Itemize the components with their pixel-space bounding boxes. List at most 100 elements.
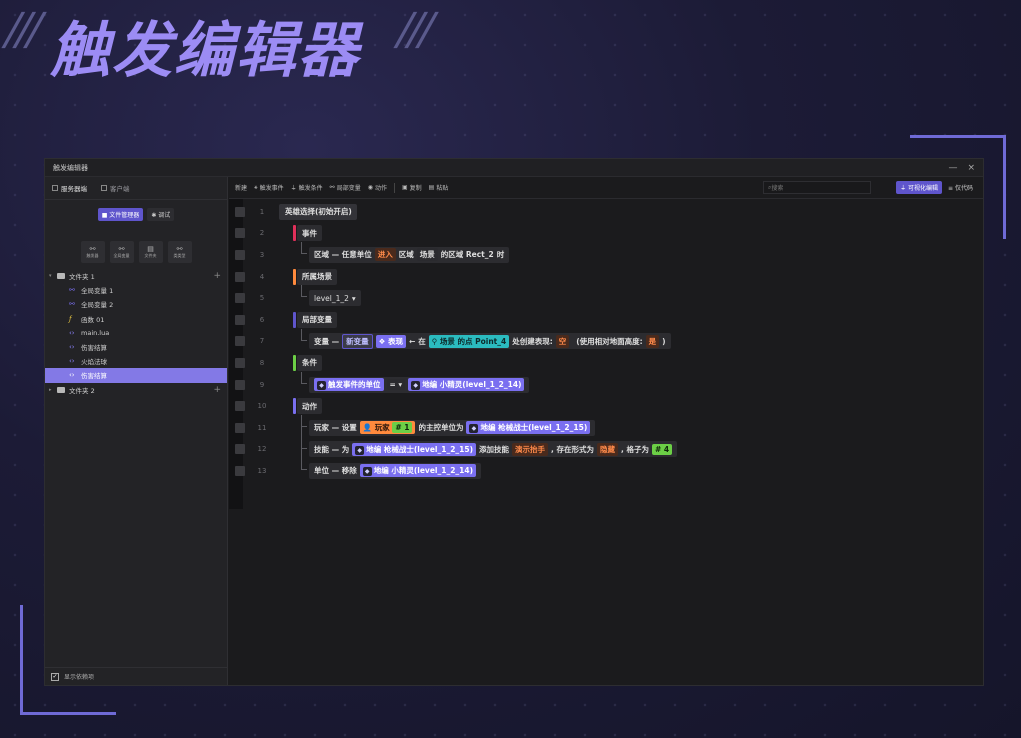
checkbox-checked-icon[interactable]: ✓ (51, 672, 59, 681)
breakpoint-toggle[interactable] (235, 379, 245, 390)
chevron-down-icon: ▾ (49, 273, 52, 280)
add-icon[interactable]: + (213, 385, 221, 395)
breakpoint-toggle[interactable] (235, 206, 245, 217)
unit-ref-token[interactable]: ◆ 地编 小精灵(level_1_2_14) (408, 378, 525, 392)
action-icon: ◉ (367, 184, 373, 191)
paste-icon: ▤ (428, 184, 435, 191)
code-icon: ‹› (69, 371, 75, 380)
line-number: 4 (259, 272, 265, 281)
close-button[interactable]: × (967, 163, 975, 173)
tree-connector (301, 426, 307, 449)
breakpoint-toggle[interactable] (235, 422, 245, 433)
new-variable-token[interactable]: 新变量 (342, 333, 373, 349)
add-local-var-button[interactable]: ⚯ 局部变量 (330, 183, 361, 192)
code-line: 8 条件 (229, 352, 983, 374)
breakpoint-toggle[interactable] (235, 336, 245, 347)
paste-button[interactable]: ▤ 粘贴 (429, 183, 449, 192)
enter-token[interactable]: 进入 (374, 248, 396, 262)
file-manager-button[interactable]: ■ 文件管理器 (97, 208, 144, 221)
unit-cube-icon: ◆ (355, 445, 365, 455)
file-tree: ▾ 文件夹 1 + ⚯ 全局变量 1 ⚯ 全局变量 2 ƒ 函数 01 ‹› main.lu… (45, 269, 227, 397)
condition-icon: ⏚ (290, 185, 297, 192)
new-trigger-button[interactable]: ⚯ 触发器 (80, 241, 105, 263)
new-folder-button[interactable]: ▤ 文件夹 (138, 241, 163, 263)
breakpoint-toggle[interactable] (235, 228, 245, 239)
show-dependencies-toggle[interactable]: ✓ 显示依赖项 (45, 667, 227, 685)
slot-index-token[interactable]: # 4 (651, 443, 673, 455)
unit-ref-token[interactable]: ◆ 地编 枪械战士(level_1_2_15) (466, 421, 591, 435)
folder-item[interactable]: ▸ 文件夹 2 + (45, 383, 227, 397)
add-event-button[interactable]: ⚹ 触发事件 (254, 183, 284, 193)
scene-section-block[interactable]: 所属场景 (297, 268, 337, 285)
copy-button[interactable]: ▣ 复制 (402, 183, 422, 192)
folder-item[interactable]: ▾ 文件夹 1 + (45, 269, 227, 283)
action-remove-unit-block[interactable]: 单位 — 移除 ◆ 地编 小精灵(level_1_2_14) (309, 462, 482, 479)
effect-type-token[interactable]: ❖ 表现 (375, 334, 406, 348)
search-input[interactable]: ⌕ 搜索 (763, 181, 871, 194)
new-global-var-button[interactable]: ⚯ 全局变量 (109, 241, 134, 263)
tree-item-selected[interactable]: ‹› 伤害结算 (45, 368, 227, 383)
event-color-bar (293, 225, 296, 242)
scene-point-token[interactable]: ⚲ 场景 的点 Point_4 (428, 334, 510, 348)
breakpoint-toggle[interactable] (235, 249, 245, 260)
trigger-header-block[interactable]: 英雄选择(初始开启) (279, 203, 357, 220)
tree-item[interactable]: ƒ 函数 01 (45, 312, 227, 326)
user-pin-icon: ⚲ (431, 336, 440, 346)
actions-section-block[interactable]: 动作 (297, 398, 322, 415)
player-index-token[interactable]: # 1 (392, 422, 413, 434)
code-line: 12 技能 — 为 ◆ 地编 枪械战士(level_1_2_15) 添加技能 演示… (229, 426, 983, 461)
code-line: 9 ◆ 触发事件的单位 = ▾ ◆ 地编 小精灵(level_1_2_14) (229, 371, 983, 396)
empty-effect-token[interactable]: 空 (555, 334, 570, 348)
debug-button[interactable]: ✱ 调试 (147, 208, 175, 221)
skill-form-token[interactable]: 隐藏 (597, 442, 618, 456)
bool-true-token[interactable]: 是 (645, 334, 660, 348)
add-icon[interactable]: + (213, 271, 221, 281)
condition-compare-block[interactable]: ◆ 触发事件的单位 = ▾ ◆ 地编 小精灵(level_1_2_14) (309, 376, 530, 393)
breakpoint-toggle[interactable] (235, 444, 245, 455)
new-class-button[interactable]: ⚯ 类类型 (167, 241, 192, 263)
tree-item[interactable]: ‹› 火焰法球 (45, 354, 227, 368)
tab-server[interactable]: 服务器端 (49, 182, 90, 194)
tree-item[interactable]: ⚯ 全局变量 1 (45, 283, 227, 297)
visual-edit-button[interactable]: ⏚ 可视化编辑 (896, 181, 943, 194)
line-number: 12 (257, 445, 267, 454)
tree-item[interactable]: ‹› 伤害结算 (45, 340, 227, 354)
line-number: 9 (259, 380, 265, 389)
code-line: 4 所属场景 (229, 266, 983, 288)
breakpoint-toggle[interactable] (235, 271, 245, 282)
unit-ref-token[interactable]: ◆ 地编 小精灵(level_1_2_14) (359, 464, 477, 478)
breakpoint-toggle[interactable] (235, 465, 245, 476)
breakpoint-toggle[interactable] (235, 357, 245, 368)
user-icon: 👤 (362, 423, 375, 433)
line-number: 1 (259, 207, 265, 216)
breakpoint-toggle[interactable] (235, 314, 245, 325)
scene-select-dropdown[interactable]: level_1_2 ▾ (309, 290, 361, 307)
conditions-section-block[interactable]: 条件 (297, 354, 322, 371)
breakpoint-toggle[interactable] (235, 293, 245, 304)
skill-token[interactable]: 演示抬手 (512, 442, 549, 456)
trigger-unit-token[interactable]: ◆ 触发事件的单位 (314, 378, 384, 392)
variable-icon: ⚯ (329, 184, 335, 191)
action-set-controller-block[interactable]: 玩家 — 设置 👤 玩家 # 1 的主控单位为 ◆ 地编 枪械战士(level_1… (309, 419, 596, 436)
scene-token[interactable]: 场景 (416, 248, 438, 262)
local-var-assign-block[interactable]: 变量 — 新变量 ❖ 表现 ← 在 ⚲ 场景 的点 Point_4 处创建表现:… (309, 333, 671, 350)
tab-client[interactable]: 客户端 (98, 182, 133, 194)
unit-ref-token[interactable]: ◆ 地编 枪械战士(level_1_2_15) (352, 442, 477, 456)
player-token[interactable]: 👤 玩家 # 1 (359, 421, 416, 435)
tree-item[interactable]: ‹› main.lua (45, 326, 227, 340)
code-only-button[interactable]: ≡ 仅代码 (944, 181, 977, 194)
minimize-button[interactable]: — (948, 163, 957, 173)
operator-dropdown[interactable]: = ▾ (386, 379, 406, 391)
deco-line (910, 135, 1006, 138)
local-vars-section-block[interactable]: 局部变量 (297, 311, 337, 328)
breakpoint-toggle[interactable] (235, 401, 245, 412)
line-number: 6 (259, 315, 265, 324)
add-action-button[interactable]: ◉ 动作 (368, 183, 387, 192)
visual-icon: ⏚ (900, 185, 909, 192)
add-condition-button[interactable]: ⏚ 触发条件 (291, 183, 323, 192)
tree-item[interactable]: ⚯ 全局变量 2 (45, 297, 227, 311)
code-line: 3 区域 — 任意单位 进入 区域 场景 的区域 Rect_2 时 (229, 242, 983, 266)
events-section-block[interactable]: 事件 (297, 225, 322, 242)
action-add-skill-block[interactable]: 技能 — 为 ◆ 地编 枪械战士(level_1_2_15) 添加技能 演示抬手 … (309, 441, 678, 458)
event-region-enter-block[interactable]: 区域 — 任意单位 进入 区域 场景 的区域 Rect_2 时 (309, 246, 510, 263)
